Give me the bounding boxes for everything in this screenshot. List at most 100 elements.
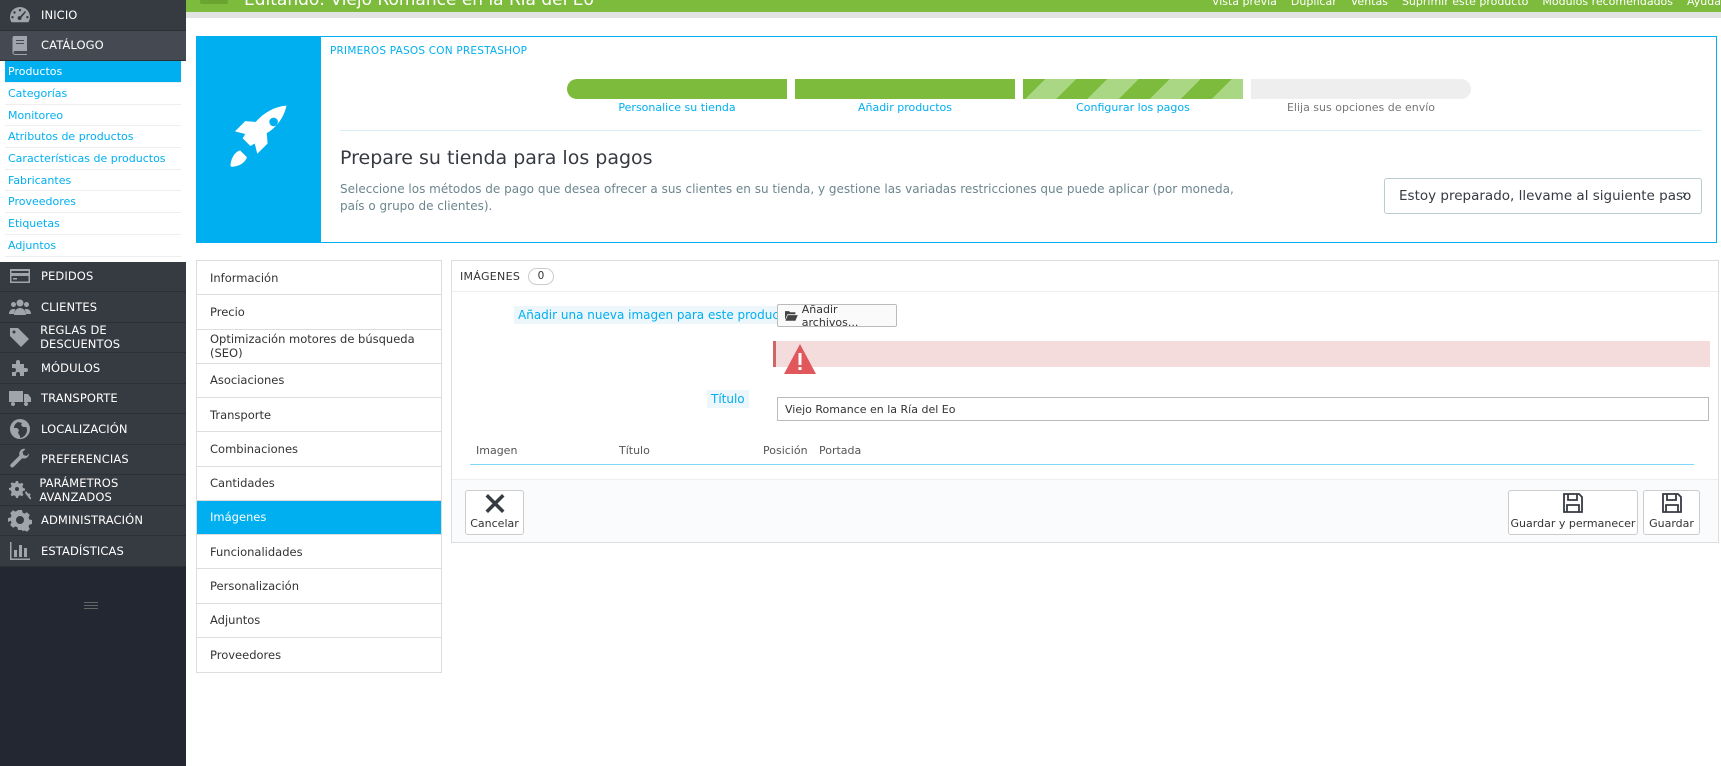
save-button[interactable]: Guardar (1643, 490, 1700, 535)
sidebar-item-catalogo[interactable]: CATÁLOGO (0, 30, 186, 61)
folder-open-icon (785, 311, 798, 321)
sidebar-item-label: PEDIDOS (41, 269, 94, 284)
sidebar-item-parametros-avanzados[interactable]: PARÁMETROS AVANZADOS (0, 475, 186, 506)
cogs-icon (5, 475, 33, 505)
page-title: Editando: Viejo Romance en la Ría del Eo (244, 0, 594, 10)
step-label: Configurar los pagos (1076, 101, 1190, 114)
add-files-button[interactable]: Añadir archivos... (777, 303, 897, 329)
images-panel: IMÁGENES 0 Añadir una nueva imagen para … (451, 260, 1719, 543)
save-icon (1563, 493, 1583, 513)
sidebar-item-transporte[interactable]: TRANSPORTE (0, 383, 186, 414)
toolbar-link-duplicate[interactable]: Duplicar (1291, 0, 1337, 8)
title-label: Título (707, 390, 749, 408)
step-add-products[interactable]: Añadir productos (795, 79, 1015, 114)
step-label: Personalice su tienda (618, 101, 736, 114)
bar-chart-icon (5, 536, 35, 566)
tab-cantidades[interactable]: Cantidades (197, 467, 441, 501)
toolbar-link-help[interactable]: Ayuda (1687, 0, 1721, 8)
catalog-submenu: Productos Categorías Monitoreo Atributos… (0, 61, 186, 262)
divider (340, 130, 1701, 131)
tab-asociaciones[interactable]: Asociaciones (197, 364, 441, 398)
sidebar-item-label: LOCALIZACIÓN (41, 421, 128, 436)
sidebar-item-modulos[interactable]: MÓDULOS (0, 353, 186, 384)
add-image-label: Añadir una nueva imagen para este produc… (514, 306, 796, 324)
step-shipping: Elija sus opciones de envío (1251, 79, 1471, 114)
image-count-badge: 0 (528, 268, 555, 285)
toolbar-link-preview[interactable]: Vista previa (1212, 0, 1277, 8)
dashboard-icon (5, 0, 35, 30)
column-header-title: Título (619, 444, 650, 457)
sidebar-item-label: CATÁLOGO (41, 38, 104, 53)
sidebar-collapse-icon[interactable] (84, 602, 98, 612)
tab-seo[interactable]: Optimización motores de búsqueda (SEO) (197, 330, 441, 364)
submenu-item-adjuntos[interactable]: Adjuntos (5, 235, 181, 257)
image-title-input[interactable] (777, 397, 1709, 421)
toolbar-link-sales[interactable]: Ventas (1351, 0, 1388, 8)
submenu-item-etiquetas[interactable]: Etiquetas (5, 213, 181, 235)
tab-informacion[interactable]: Información (197, 261, 441, 296)
divider (452, 291, 1718, 292)
toolbar-link-delete[interactable]: Suprimir este producto (1402, 0, 1528, 8)
error-alert (773, 341, 1710, 374)
toolbar-links: Vista previa Duplicar Ventas Suprimir es… (1212, 0, 1721, 8)
submenu-item-atributos[interactable]: Atributos de productos (5, 126, 181, 149)
panel-heading: IMÁGENES 0 (460, 268, 555, 285)
panel-heading-text: IMÁGENES (460, 270, 521, 283)
panel-footer: Cancelar Guardar y permanecer Guardar (452, 479, 1718, 542)
rocket-icon (230, 105, 287, 167)
globe-icon (5, 414, 35, 444)
sidebar-item-administracion[interactable]: ADMINISTRACIÓN (0, 505, 186, 536)
sidebar-item-clientes[interactable]: CLIENTES (0, 292, 186, 323)
sidebar-item-preferencias[interactable]: PREFERENCIAS (0, 444, 186, 475)
tab-personalizacion[interactable]: Personalización (197, 569, 441, 604)
sidebar-item-label: MÓDULOS (41, 360, 101, 375)
sidebar-item-estadisticas[interactable]: ESTADÍSTICAS (0, 536, 186, 567)
step-payments[interactable]: Configurar los pagos (1023, 79, 1243, 114)
page-header: Editando: Viejo Romance en la Ría del Eo… (186, 0, 1721, 12)
step-bar (567, 79, 787, 99)
tab-transporte[interactable]: Transporte (197, 398, 441, 433)
onboarding-panel: PRIMEROS PASOS CON PRESTASHOP Personalic… (196, 36, 1717, 243)
sidebar-item-label: ESTADÍSTICAS (41, 543, 124, 558)
sidebar-item-inicio[interactable]: INICIO (0, 0, 186, 31)
tab-imagenes[interactable]: Imágenes (197, 500, 441, 535)
back-button[interactable] (200, 0, 228, 4)
tab-funcionalidades[interactable]: Funcionalidades (197, 535, 441, 570)
submenu-item-proveedores[interactable]: Proveedores (5, 191, 181, 214)
submenu-item-productos[interactable]: Productos (5, 61, 181, 83)
cancel-button[interactable]: Cancelar (465, 490, 524, 535)
sidebar-item-label: ADMINISTRACIÓN (41, 513, 144, 528)
sidebar-item-label: CLIENTES (41, 299, 98, 314)
tab-adjuntos[interactable]: Adjuntos (197, 604, 441, 638)
tab-combinaciones[interactable]: Combinaciones (197, 432, 441, 467)
sidebar-item-reglas-descuentos[interactable]: REGLAS DE DESCUENTOS (0, 322, 186, 353)
toolbar-link-modules[interactable]: Módulos recomendados (1542, 0, 1673, 8)
next-step-button[interactable]: Estoy preparado, llevame al siguiente pa… (1384, 178, 1702, 214)
save-and-stay-label: Guardar y permanecer (1510, 517, 1636, 530)
submenu-item-monitoreo[interactable]: Monitoreo (5, 105, 181, 127)
onboarding-description: Seleccione los métodos de pago que desea… (340, 182, 1234, 213)
users-icon (5, 292, 35, 322)
step-bar (1251, 79, 1471, 99)
next-step-label: Estoy preparado, llevame al siguiente pa… (1399, 188, 1692, 204)
cancel-label: Cancelar (470, 517, 519, 530)
close-icon (485, 494, 504, 513)
sidebar-item-pedidos[interactable]: PEDIDOS (0, 261, 186, 292)
credit-card-icon (5, 261, 35, 291)
submenu-item-categorias[interactable]: Categorías (5, 83, 181, 105)
step-label: Añadir productos (857, 101, 953, 114)
submenu-item-fabricantes[interactable]: Fabricantes (5, 170, 181, 192)
tab-proveedores[interactable]: Proveedores (197, 638, 441, 672)
tags-icon (5, 322, 34, 352)
sidebar-item-label: PREFERENCIAS (41, 452, 129, 467)
sidebar: INICIO CATÁLOGO Productos Categorías Mon… (0, 0, 186, 766)
tab-precio[interactable]: Precio (197, 295, 441, 330)
book-icon (5, 30, 35, 60)
truck-icon (5, 383, 35, 413)
submenu-item-caracteristicas[interactable]: Características de productos (5, 148, 181, 170)
sidebar-item-localizacion[interactable]: LOCALIZACIÓN (0, 414, 186, 445)
onboarding-banner (197, 37, 321, 242)
wrench-icon (5, 444, 35, 474)
step-customize[interactable]: Personalice su tienda (567, 79, 787, 114)
save-and-stay-button[interactable]: Guardar y permanecer (1508, 490, 1638, 535)
